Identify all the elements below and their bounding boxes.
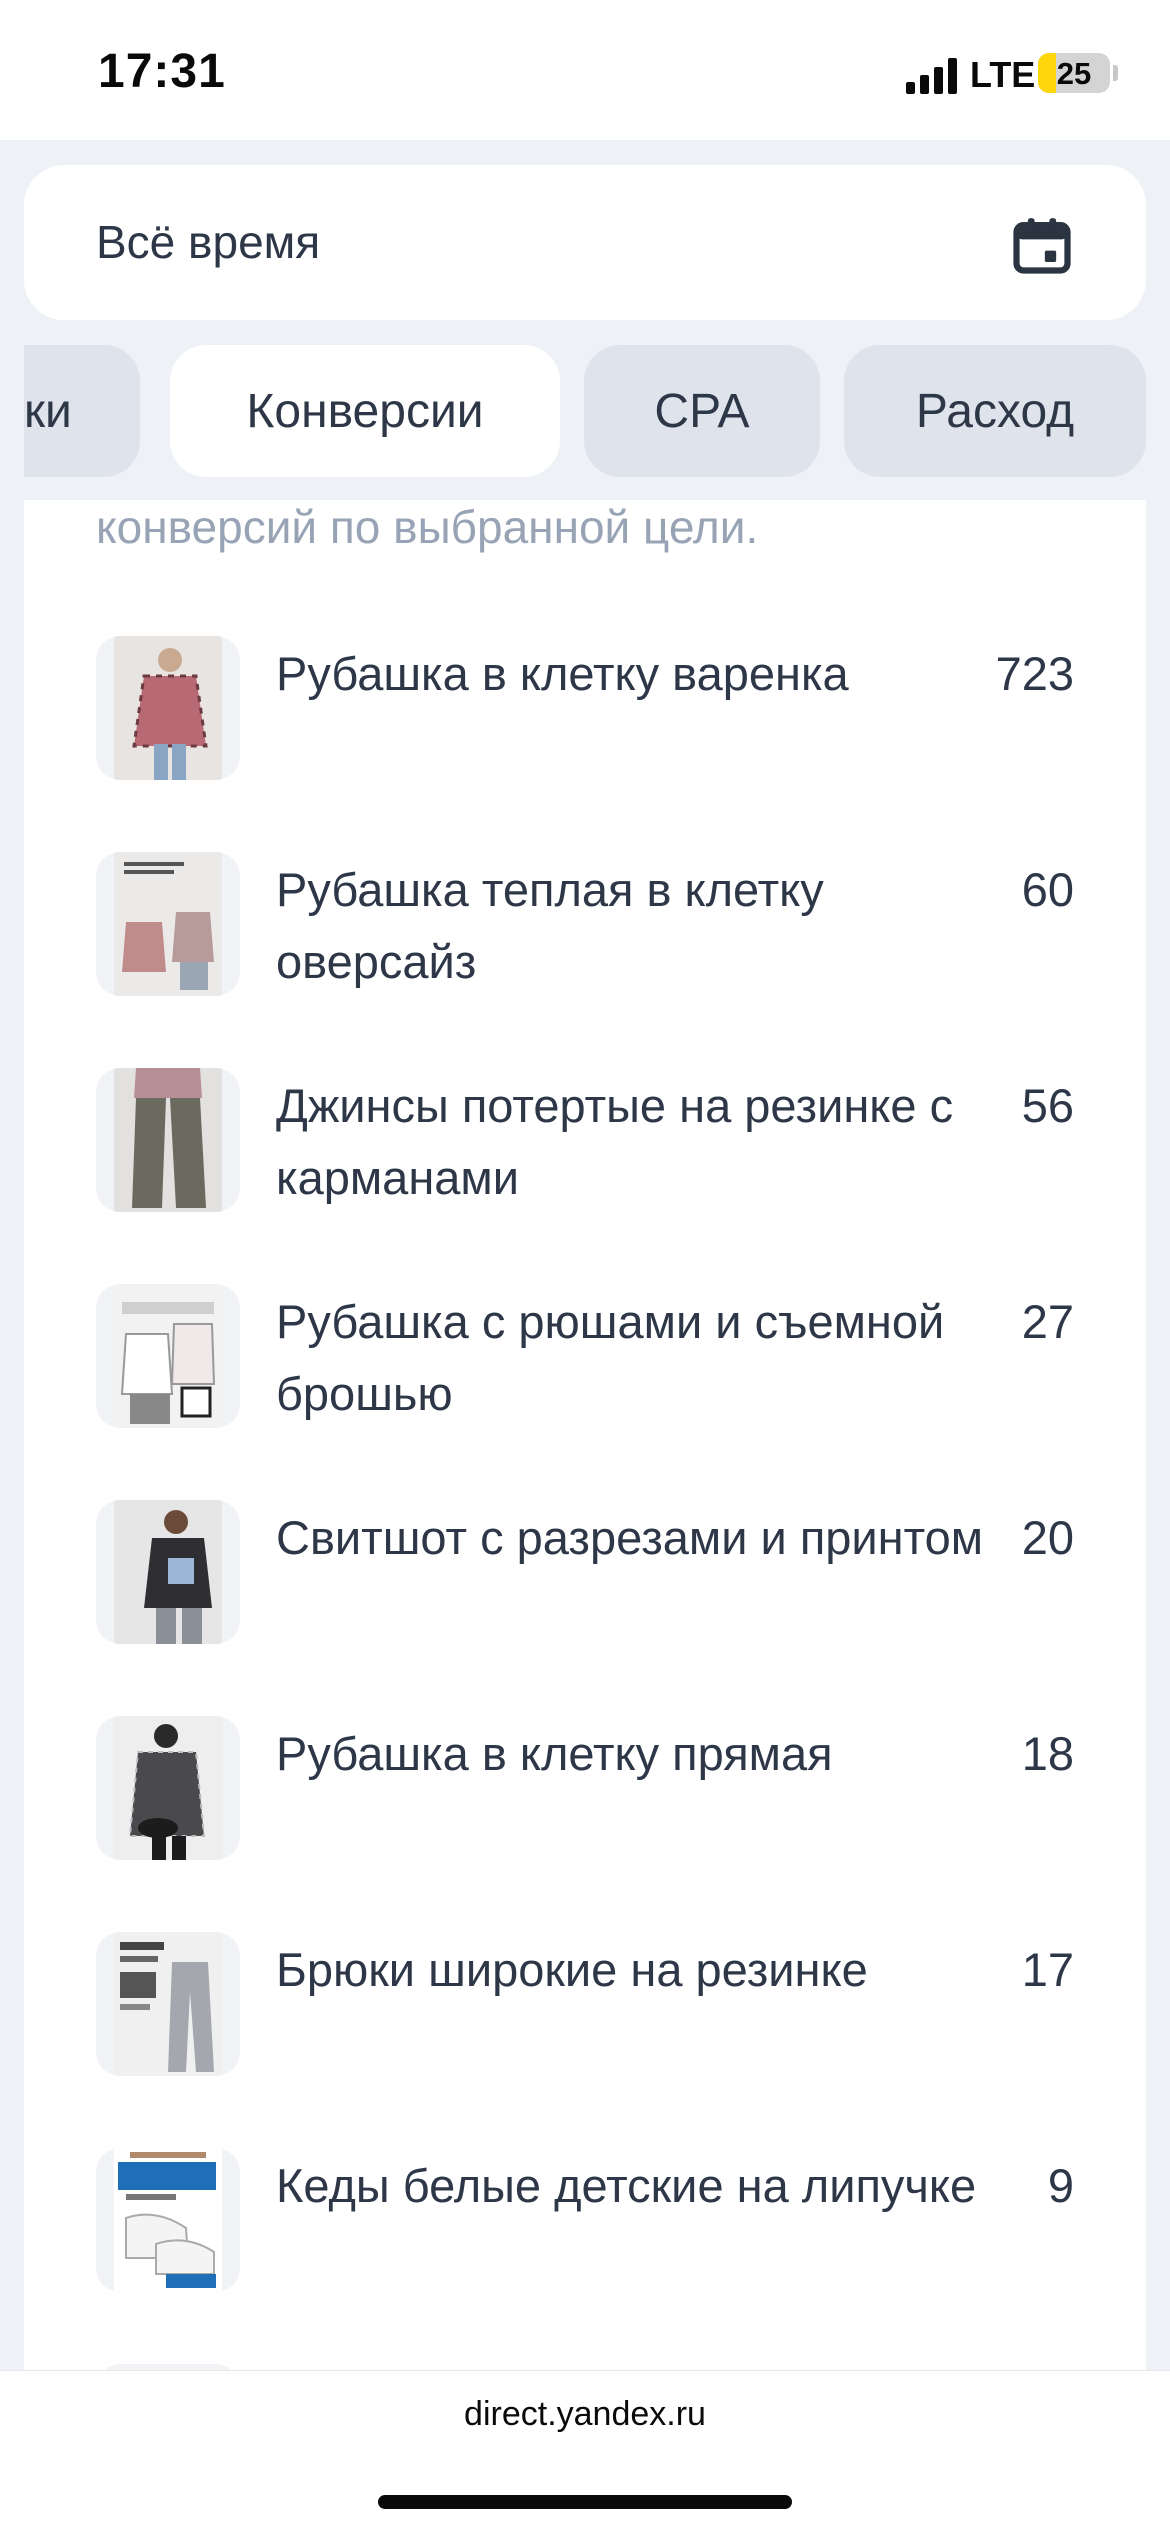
date-range-selector[interactable]: Всё время (24, 165, 1146, 320)
battery-tip (1113, 65, 1118, 81)
tab-conversions[interactable]: Конверсии (170, 345, 560, 477)
product-thumbnail (96, 852, 240, 996)
battery-icon: 25 (1038, 53, 1110, 93)
list-item[interactable]: Рубашка теплая в клетку оверсайз 60 (24, 852, 1146, 1068)
list-item-title: Брюки широкие на резинке (276, 1943, 868, 1996)
tab-conversions-label: Конверсии (246, 384, 484, 438)
url-text: direct.yandex.ru (464, 2395, 706, 2433)
list-item[interactable]: Брюки широкие на резинке 17 (24, 1932, 1146, 2148)
list-item[interactable]: Рубашка с рюшами и съемной брошью 27 (24, 1284, 1146, 1500)
list-item-value: 9 (1047, 2159, 1074, 2212)
tab-cpa[interactable]: CPA (584, 345, 820, 477)
list-item-title: Рубашка в клетку прямая (276, 1727, 833, 1780)
list-item-value: 27 (1021, 1295, 1074, 1348)
date-range-label: Всё время (96, 216, 321, 268)
cellular-signal-icon (906, 58, 958, 94)
tab-previous-label: ки (24, 384, 72, 438)
list-item-value: 18 (1021, 1727, 1074, 1780)
list-item-value: 60 (1021, 863, 1074, 916)
home-indicator[interactable] (378, 2495, 792, 2509)
list-item[interactable]: Кеды белые детские на липучке 9 (24, 2148, 1146, 2364)
product-thumbnail (96, 636, 240, 780)
list-item-title: Рубашка в клетку варенка (276, 647, 849, 700)
network-type: LTE (970, 54, 1036, 95)
tab-cpa-label: CPA (654, 384, 750, 438)
product-thumbnail (96, 2148, 240, 2292)
product-thumbnail (96, 1500, 240, 1644)
list-item[interactable]: Свитшот с разрезами и принтом 20 (24, 1500, 1146, 1716)
list-item-title: Кеды белые детские на липучке (276, 2159, 977, 2212)
metric-tabs: ки Конверсии CPA Расход (24, 345, 1146, 477)
calendar-icon[interactable] (1008, 211, 1076, 279)
list-item-value: 17 (1021, 1943, 1074, 1996)
product-thumbnail (96, 1932, 240, 2076)
browser-url-bar[interactable]: direct.yandex.ru (0, 2370, 1170, 2533)
status-time: 17:31 (98, 45, 226, 98)
list-item[interactable]: Джинсы потертые на резинке с карманами 5… (24, 1068, 1146, 1284)
list-item[interactable]: Рубашка в клетку варенка 723 (24, 636, 1146, 852)
product-thumbnail (96, 1068, 240, 1212)
list-item-value: 20 (1021, 1511, 1074, 1564)
tab-spend-label: Расход (915, 384, 1075, 438)
list-item-title: Рубашка с рюшами и съемной брошью (276, 1295, 945, 1420)
list-item[interactable]: Рубашка в клетку прямая 18 (24, 1716, 1146, 1932)
product-list: конверсий по выбранной цели. Рубашка в к… (24, 500, 1146, 2370)
list-item-title: Джинсы потертые на резинке с карманами (276, 1079, 954, 1204)
tab-spend[interactable]: Расход (844, 345, 1146, 477)
list-item-title: Свитшот с разрезами и принтом (276, 1511, 984, 1564)
list-item-title: Рубашка теплая в клетку оверсайз (276, 863, 824, 988)
battery-percent: 25 (1056, 56, 1092, 91)
tab-previous[interactable]: ки (24, 345, 140, 477)
product-thumbnail (96, 1284, 240, 1428)
list-item-value: 723 (995, 647, 1074, 700)
status-bar: 17:31 LTE 25 (0, 0, 1170, 140)
list-hint: конверсий по выбранной цели. (96, 501, 759, 553)
list-item-value: 56 (1021, 1079, 1074, 1132)
product-thumbnail (96, 1716, 240, 1860)
